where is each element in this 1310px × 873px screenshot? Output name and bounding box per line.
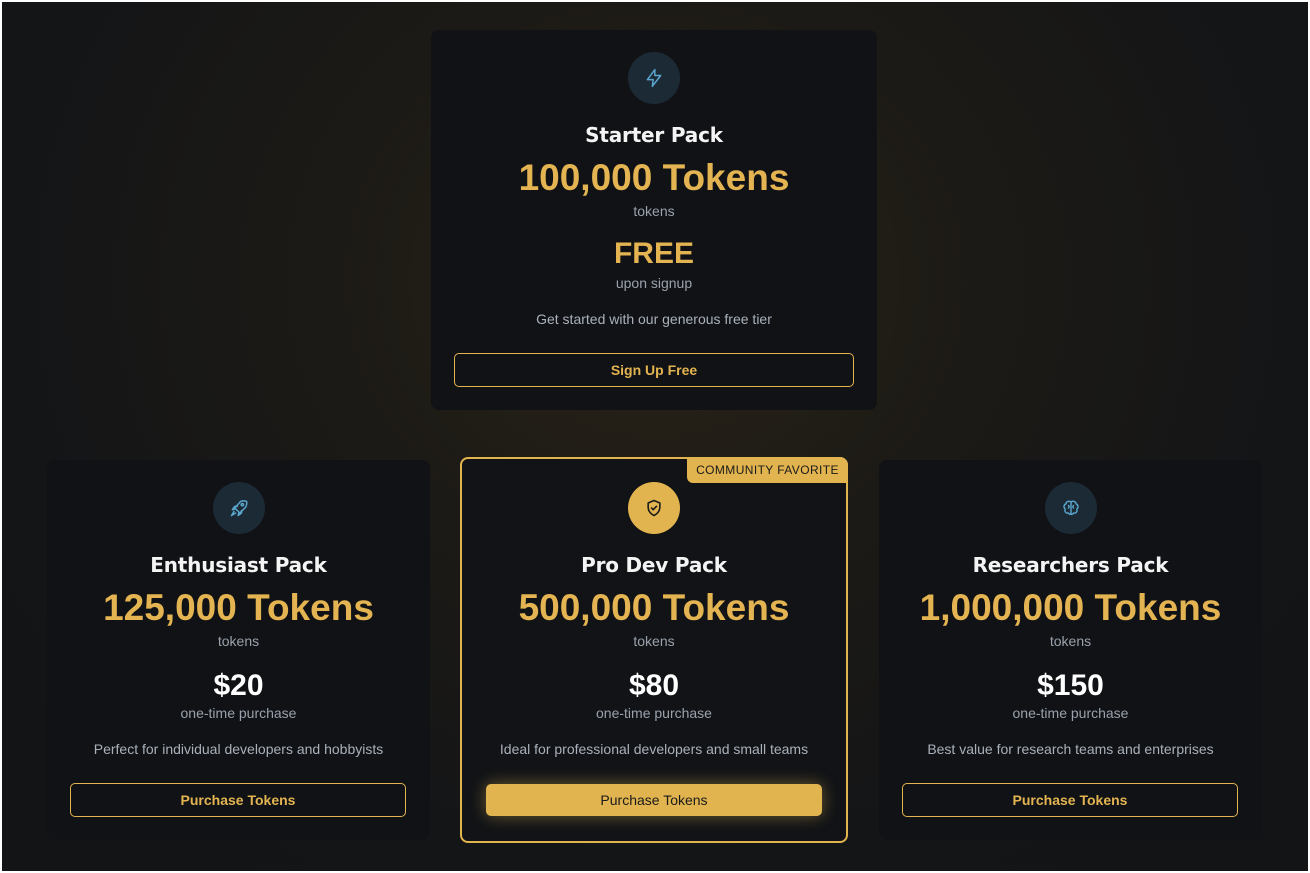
brain-icon [1044,482,1097,534]
price-note: one-time purchase [1012,705,1129,721]
pack-description: Best value for research teams and enterp… [927,741,1214,757]
token-amount: 100,000 Tokens [518,157,790,198]
token-unit: tokens [217,633,260,649]
pack-description: Get started with our generous free tier [536,311,772,327]
price: $150 [1037,669,1104,702]
price-note: one-time purchase [596,705,712,721]
researchers-pack-card: Researchers Pack 1,000,000 Tokens tokens… [879,460,1262,840]
token-amount: 500,000 Tokens [518,587,790,628]
token-unit: tokens [633,203,675,219]
token-amount: 125,000 Tokens [103,587,374,628]
price: $80 [628,669,680,702]
token-unit: tokens [1049,633,1092,649]
pack-description: Ideal for professional developers and sm… [499,741,809,757]
enthusiast-pack-card: Enthusiast Pack 125,000 Tokens tokens $2… [47,460,430,840]
pack-title: Pro Dev Pack [581,553,727,577]
pack-title: Enthusiast Pack [150,553,327,577]
pricing-section: Starter Pack 100,000 Tokens tokens FREE … [2,2,1308,871]
sign-up-free-button[interactable]: Sign Up Free [454,353,854,387]
price: FREE [613,237,694,270]
price-note: one-time purchase [180,705,297,721]
shield-check-icon [628,482,680,534]
purchase-tokens-button[interactable]: Purchase Tokens [486,784,822,816]
pack-title: Researchers Pack [972,553,1169,577]
pack-description: Perfect for individual developers and ho… [93,741,384,757]
pack-title: Starter Pack [585,123,723,147]
pro-dev-pack-card: COMMUNITY FAVORITE Pro Dev Pack 500,000 … [460,457,848,843]
token-amount: 1,000,000 Tokens [919,587,1222,628]
community-favorite-badge: COMMUNITY FAVORITE [687,457,848,483]
lightning-icon [628,52,680,104]
price-note: upon signup [615,275,693,291]
rocket-icon [212,482,265,534]
price: $20 [213,669,264,702]
token-unit: tokens [633,633,675,649]
purchase-tokens-button[interactable]: Purchase Tokens [902,783,1238,817]
purchase-tokens-button[interactable]: Purchase Tokens [70,783,406,817]
starter-pack-card: Starter Pack 100,000 Tokens tokens FREE … [431,30,877,410]
